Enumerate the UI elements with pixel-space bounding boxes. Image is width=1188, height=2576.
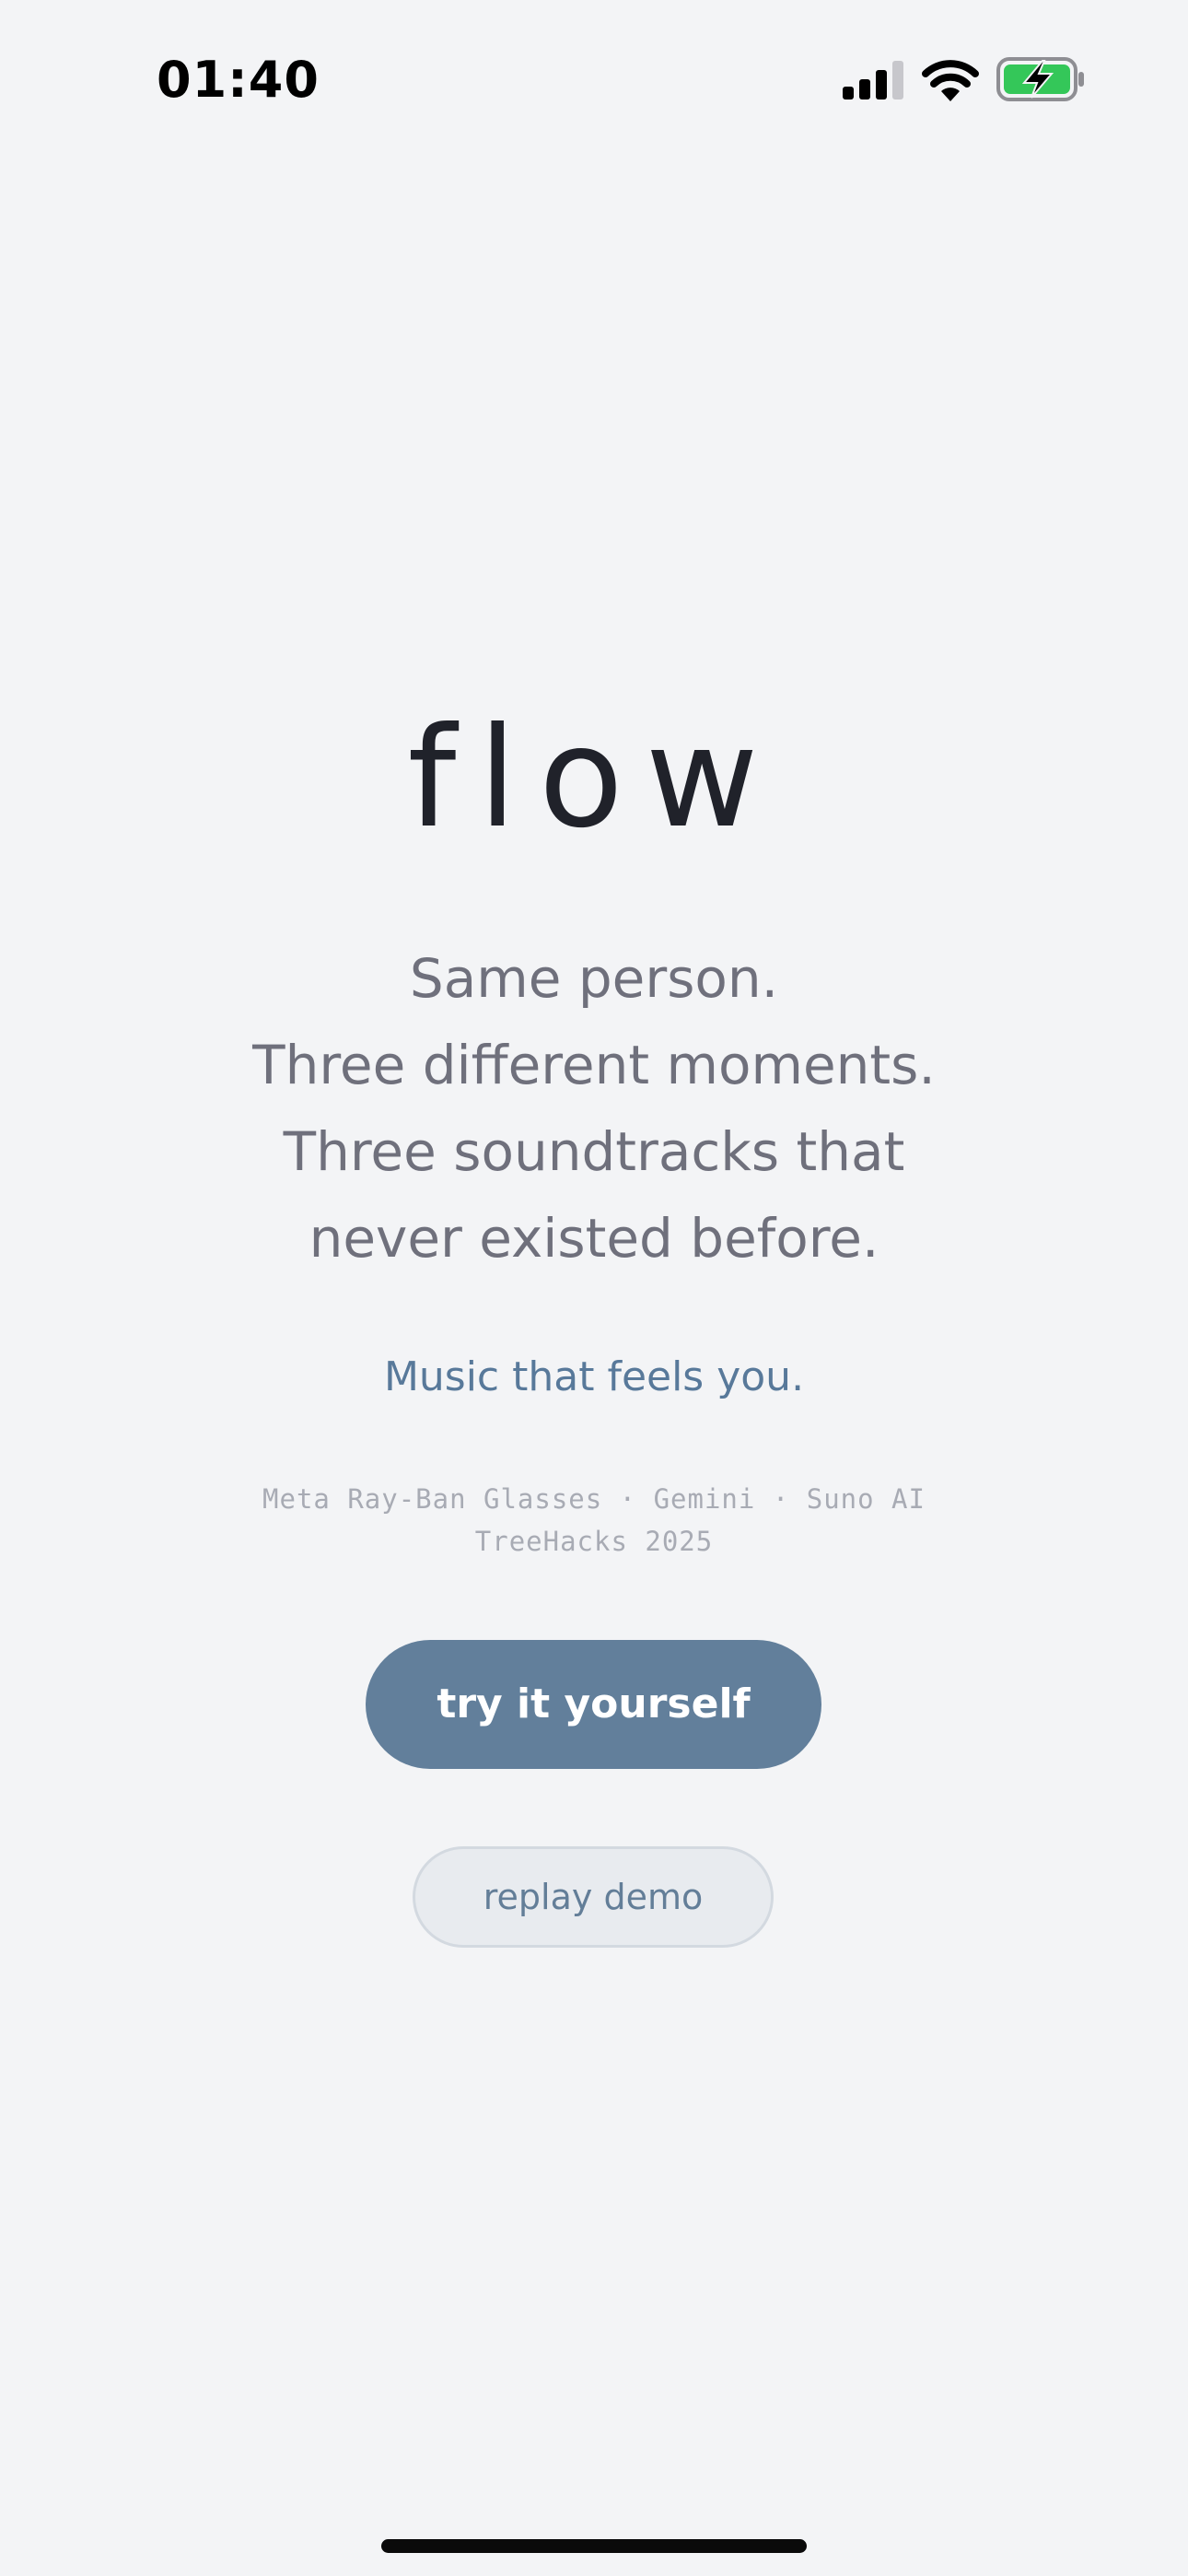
status-time: 01:40 (157, 51, 320, 109)
subtitle: Music that feels you. (383, 1353, 805, 1400)
wifi-icon (922, 60, 979, 101)
app-title: flow (407, 698, 781, 859)
credits-tech: Meta Ray-Ban Glasses · Gemini · Suno AI (262, 1483, 926, 1515)
tagline-line: Three soundtracks that (283, 1120, 905, 1183)
credits-event: TreeHacks 2025 (474, 1526, 714, 1557)
try-it-yourself-button[interactable]: try it yourself (366, 1640, 821, 1769)
tagline-line: Three different moments. (252, 1034, 936, 1096)
credits: Meta Ray-Ban Glasses · Gemini · Suno AI … (0, 1478, 1188, 1563)
tagline: Same person. Three different moments. Th… (0, 935, 1188, 1282)
tagline-line: never existed before. (309, 1207, 879, 1270)
replay-demo-button[interactable]: replay demo (413, 1846, 774, 1948)
tagline-line: Same person. (409, 947, 779, 1010)
home-indicator[interactable] (381, 2539, 807, 2553)
signal-icon (843, 61, 903, 100)
battery-charging-icon (996, 57, 1084, 101)
